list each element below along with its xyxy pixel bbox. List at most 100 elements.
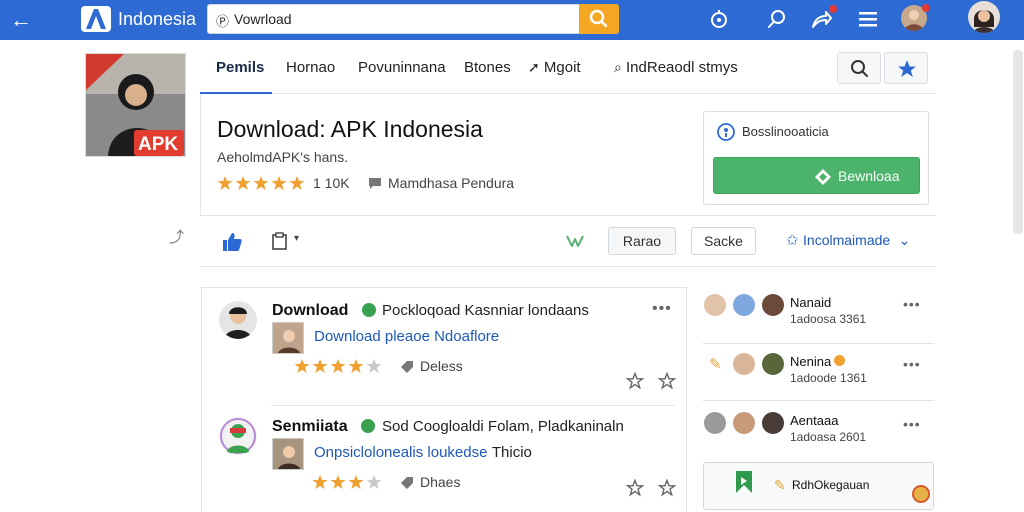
scrollbar[interactable] bbox=[1013, 50, 1023, 234]
gamepad-icon[interactable] bbox=[706, 6, 732, 32]
sidebar-avatar[interactable] bbox=[762, 412, 784, 434]
search-button[interactable] bbox=[579, 4, 619, 34]
notification-badge bbox=[922, 4, 930, 12]
reviewer-name: Download bbox=[272, 302, 349, 319]
review-link[interactable]: Download pleaoe Ndoaflore bbox=[314, 328, 499, 345]
tab-hornao[interactable]: Hornao bbox=[286, 59, 335, 76]
star-filled-icon bbox=[253, 176, 269, 190]
review-more-icon[interactable]: ••• bbox=[652, 300, 672, 318]
active-tab-indicator bbox=[200, 92, 272, 94]
star-filled-icon bbox=[348, 475, 364, 489]
search-lead-icon: Ⓟ bbox=[216, 14, 230, 29]
search-input[interactable] bbox=[234, 8, 574, 30]
sidebar-avatar[interactable] bbox=[733, 353, 755, 375]
sidebar-card-label: RdhOkegauan bbox=[792, 478, 870, 492]
menu-icon[interactable] bbox=[855, 6, 881, 32]
reviewer-avatar[interactable] bbox=[219, 301, 257, 339]
download-card-label: Bosslinooaticia bbox=[742, 124, 829, 139]
clipboard-caret-icon[interactable]: ▾ bbox=[294, 233, 299, 244]
tab-indreaodl-label: IndReaodl stmys bbox=[626, 59, 738, 76]
sidebar-avatar[interactable] bbox=[762, 353, 784, 375]
rating-count: 1 10K bbox=[313, 175, 350, 191]
search-icon-top[interactable] bbox=[764, 6, 790, 32]
star-empty-icon bbox=[366, 359, 382, 373]
review-headline: Sod Coogloaldi Folam, Pladkaninaln bbox=[382, 418, 624, 435]
star-filled-icon bbox=[330, 475, 346, 489]
app-category: Mamdhasa Pendura bbox=[388, 175, 515, 191]
review-tag: Dhaes bbox=[420, 474, 461, 490]
star-filled-icon bbox=[312, 475, 328, 489]
download-icon bbox=[815, 169, 831, 185]
tab-pemils[interactable]: Pemils bbox=[216, 59, 264, 76]
app-thumbnail[interactable]: APK bbox=[85, 53, 186, 157]
star-filled-icon bbox=[348, 359, 364, 373]
sidebar-person-name: Aentaaa bbox=[790, 413, 839, 428]
favorite-star-icon[interactable] bbox=[626, 372, 644, 390]
review-stars bbox=[294, 358, 384, 374]
tab-mgoit[interactable]: ➚ Mgoit bbox=[528, 59, 581, 76]
top-bar: ← Indonesia Ⓟ bbox=[0, 0, 1024, 40]
sidebar-avatar[interactable] bbox=[704, 294, 726, 316]
sidebar-person-name: Nanaid bbox=[790, 295, 832, 310]
review-link-row: Onpsiclolonealis loukedse Thicio bbox=[314, 444, 532, 462]
thumbs-up-icon[interactable] bbox=[220, 230, 244, 254]
sidebar-avatar[interactable] bbox=[733, 412, 755, 434]
link-icon: ⌕ bbox=[614, 59, 622, 75]
thumbnail-badge-text: APK bbox=[138, 134, 178, 155]
review-thumbnail[interactable] bbox=[272, 322, 304, 354]
tab-indreaodl[interactable]: ⌕ IndReaodl stmys bbox=[614, 59, 738, 76]
sidebar-avatar[interactable] bbox=[762, 294, 784, 316]
search-bar: Ⓟ bbox=[207, 4, 619, 34]
search-icon bbox=[589, 9, 608, 28]
back-arrow-icon[interactable]: ← bbox=[8, 7, 34, 33]
action-bar: ▾ Rarao Sacke ✩ Incolmaimade ⌄ bbox=[200, 215, 936, 267]
favorite-star-icon[interactable] bbox=[626, 479, 644, 497]
app-rating-stars bbox=[217, 175, 307, 191]
app-subtitle: AeholmdAPK's hans. bbox=[217, 149, 349, 165]
emoji-icon bbox=[912, 485, 930, 503]
favorite-star-icon[interactable] bbox=[658, 372, 676, 390]
reviewer-avatar[interactable] bbox=[219, 417, 257, 455]
arrow-icon: ➚ bbox=[528, 59, 540, 75]
star-outline-icon: ✩ bbox=[786, 232, 799, 249]
star-filled-icon bbox=[294, 359, 310, 373]
save-button[interactable]: Sacke bbox=[691, 227, 756, 255]
collection-dropdown[interactable]: ✩ Incolmaimade ⌄ bbox=[786, 231, 910, 250]
download-button[interactable]: Bewnloaa bbox=[713, 157, 920, 194]
tab-favorite-button[interactable] bbox=[884, 52, 928, 84]
tab-bar: Pemils Hornao Povuninnana Btones ➚ Mgoit… bbox=[200, 46, 936, 94]
sidebar-more-icon[interactable]: ••• bbox=[903, 356, 921, 372]
clipboard-icon[interactable] bbox=[270, 231, 290, 251]
app-logo bbox=[81, 6, 111, 32]
rename-button[interactable]: Rarao bbox=[608, 227, 676, 255]
sidebar-person-sub: 1adoosa 3361 bbox=[790, 312, 867, 326]
star-filled-icon bbox=[312, 359, 328, 373]
favorite-star-icon[interactable] bbox=[658, 479, 676, 497]
sidebar-avatar[interactable] bbox=[704, 412, 726, 434]
tab-povuninnana[interactable]: Povuninnana bbox=[358, 59, 446, 76]
tag-icon bbox=[401, 477, 413, 489]
review-thumbnail[interactable] bbox=[272, 438, 304, 470]
star-filled-icon bbox=[235, 176, 251, 190]
tab-btones[interactable]: Btones bbox=[464, 59, 511, 76]
sidebar-avatar[interactable] bbox=[733, 294, 755, 316]
review-link-suffix: Thicio bbox=[491, 444, 532, 461]
tab-search-button[interactable] bbox=[837, 52, 881, 84]
sidebar-more-icon[interactable]: ••• bbox=[903, 296, 921, 312]
flag-icon bbox=[736, 471, 752, 493]
share-badge bbox=[829, 5, 837, 13]
sidebar-more-icon[interactable]: ••• bbox=[903, 416, 921, 432]
status-badge bbox=[834, 355, 845, 366]
user-avatar[interactable] bbox=[968, 1, 1000, 33]
verified-icon bbox=[361, 419, 375, 433]
review-link[interactable]: Onpsiclolonealis loukedse bbox=[314, 444, 487, 461]
download-card: Bosslinooaticia Bewnloaa bbox=[703, 111, 929, 205]
page-title: Download: APK Indonesia bbox=[217, 116, 483, 142]
verified-icon bbox=[362, 303, 376, 317]
pin-icon[interactable]: ⤴ bbox=[169, 226, 184, 247]
sparkle-icon[interactable] bbox=[565, 232, 585, 250]
sidebar-card[interactable]: ✎ RdhOkegauan bbox=[703, 462, 934, 510]
reviewer-name: Senmiiata bbox=[272, 418, 348, 435]
comment-icon bbox=[369, 178, 381, 189]
sidebar-divider bbox=[703, 343, 934, 344]
